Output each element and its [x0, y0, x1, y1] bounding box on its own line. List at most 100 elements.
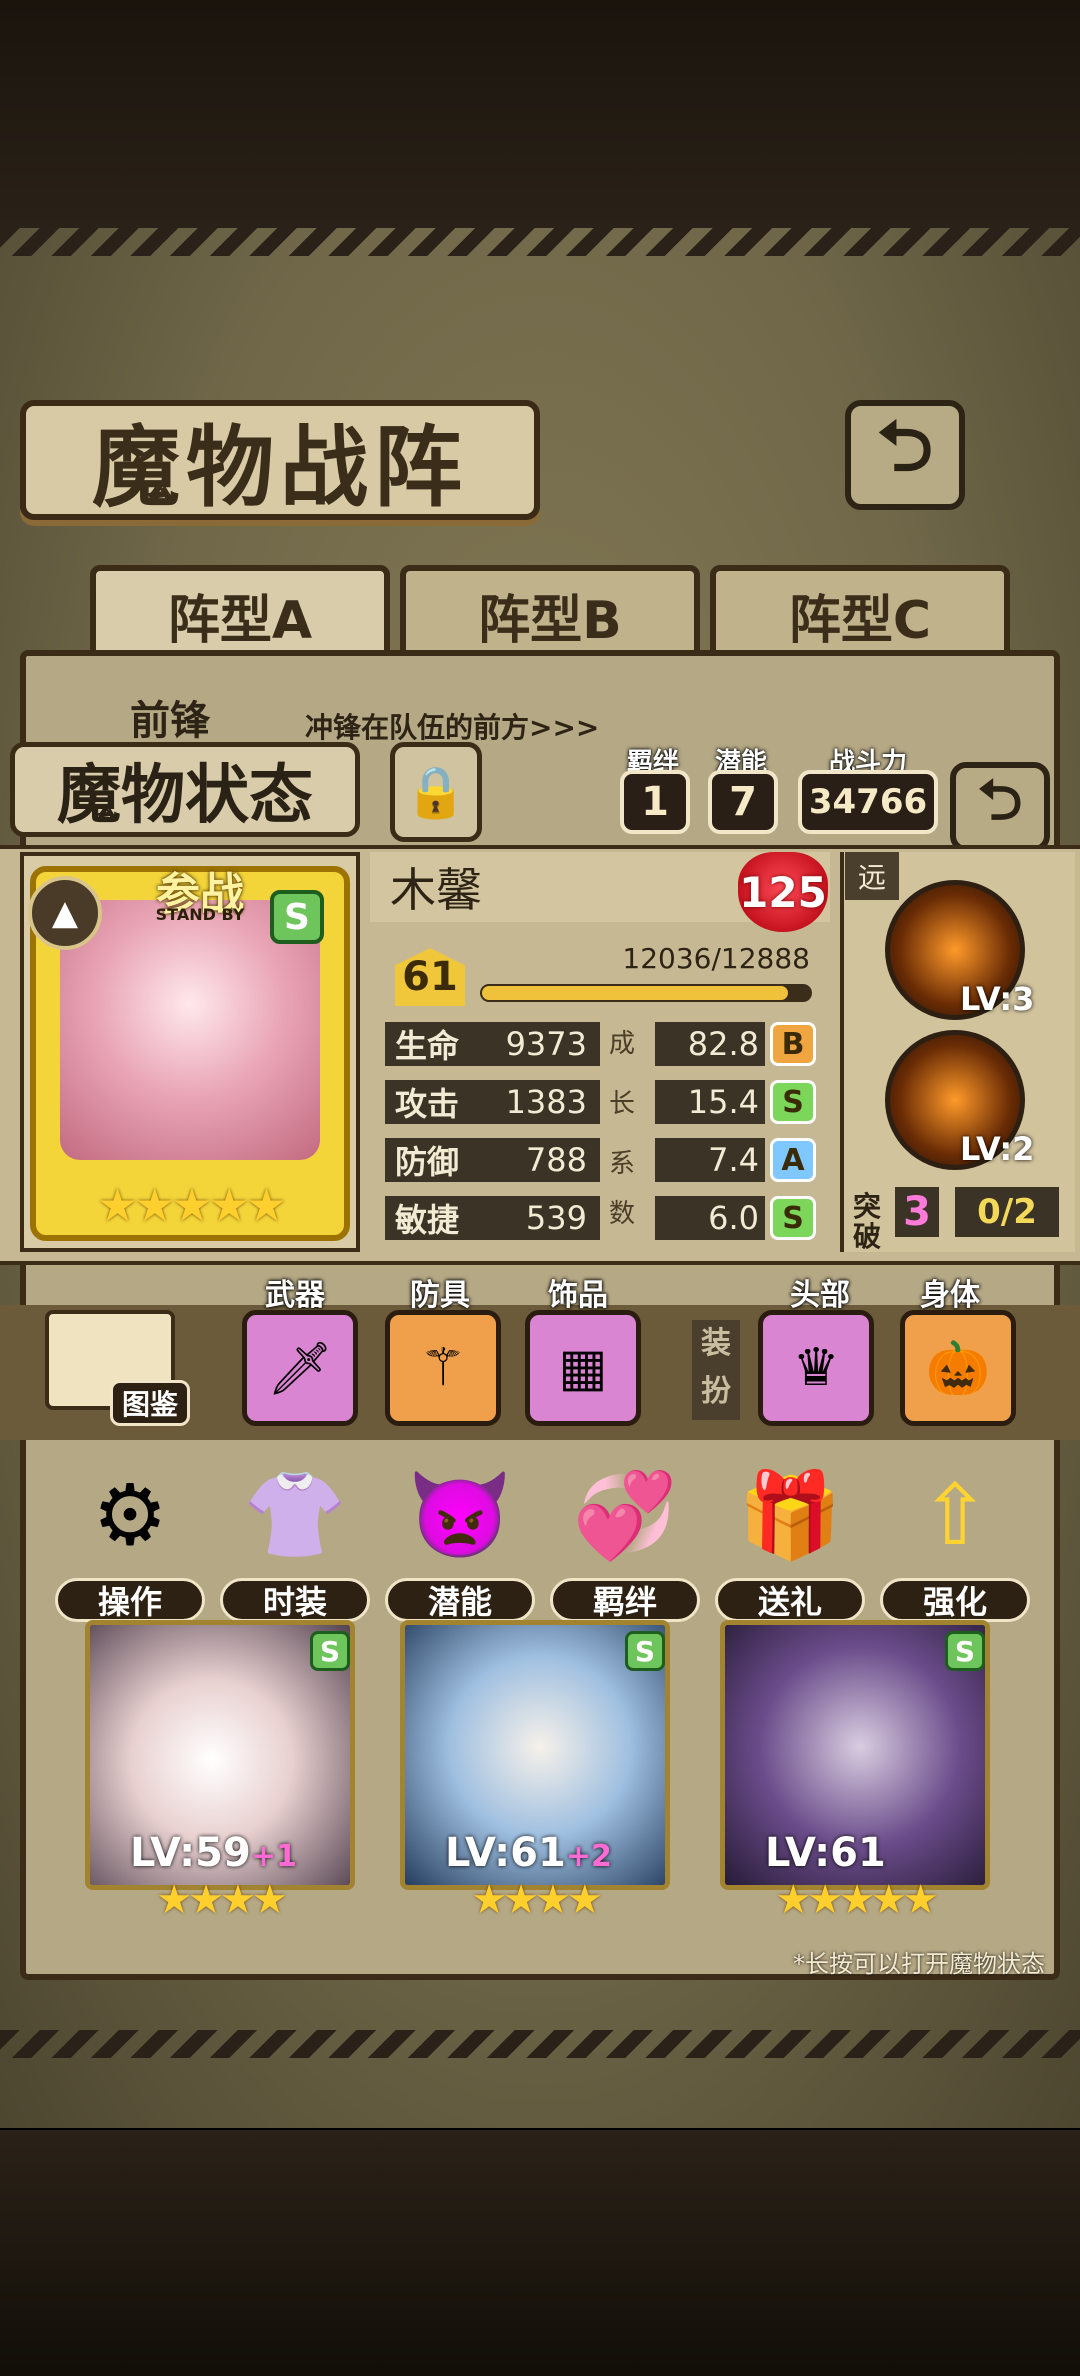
standby-sub-label: STAND BY: [155, 905, 245, 924]
skill-icon-1[interactable]: LV:3: [885, 880, 1034, 1020]
growth-char: 数: [608, 1199, 635, 1229]
slot-rarity: S: [625, 1631, 665, 1671]
weapon-slot[interactable]: 🗡: [242, 1310, 358, 1426]
accessory-slot[interactable]: ▦: [525, 1310, 641, 1426]
growth-char: 长: [608, 1089, 635, 1119]
armor-label: 防具: [410, 1278, 470, 1313]
slot-level: LV:61+2: [445, 1830, 612, 1876]
enhance-label: 强化: [880, 1578, 1030, 1622]
operate-label: 操作: [55, 1578, 205, 1622]
paper-edge-bottom: [0, 2030, 1080, 2058]
long-press-hint: *长按可以打开魔物状态: [793, 1950, 1045, 1978]
skill-level: LV:2: [960, 1130, 1035, 1168]
grade-badge: S: [770, 1080, 816, 1124]
breakthrough-row: 突 破 3 0/2: [845, 1185, 1070, 1253]
element-mountain-icon: ▲: [28, 876, 102, 950]
exp-text: 12036/12888: [622, 942, 810, 975]
outfit-label-2: 扮: [701, 1374, 731, 1409]
return-arrow-icon: ⮌: [977, 767, 1023, 833]
stat-value: 1383: [505, 1083, 587, 1121]
lock-icon: 🔒: [404, 762, 468, 821]
break-value: 3: [895, 1187, 939, 1237]
slot-stars: ★★★★: [156, 1877, 287, 1923]
fashion-button[interactable]: 👚 时装: [220, 1460, 370, 1630]
potential-value: 7: [708, 770, 778, 834]
demon-icon: 👿: [407, 1465, 513, 1564]
gift-label: 送礼: [715, 1578, 865, 1622]
star-rating: ★★★★★: [96, 1178, 287, 1232]
front-label: 前锋: [130, 698, 210, 744]
hearts-icon: 💞: [572, 1465, 678, 1564]
gift-button[interactable]: 🎁 送礼: [715, 1460, 865, 1630]
slot-stars: ★★★★: [471, 1877, 602, 1923]
slot-level: LV:61: [765, 1830, 886, 1876]
bottom-dark-band: [0, 2130, 1080, 2376]
bond-button[interactable]: 💞 羁绊: [550, 1460, 700, 1630]
potential-button[interactable]: 👿 潜能: [385, 1460, 535, 1630]
head-slot[interactable]: ♛: [758, 1310, 874, 1426]
stat-value: 539: [525, 1199, 587, 1237]
codex-label: 图鉴: [110, 1380, 190, 1426]
bond-label-btn: 羁绊: [550, 1578, 700, 1622]
break-progress: 0/2: [955, 1187, 1059, 1237]
top-dark-band: [0, 0, 1080, 230]
growth-value: 82.8: [655, 1022, 765, 1066]
lock-button[interactable]: 🔒: [390, 742, 482, 842]
body-slot[interactable]: 🎃: [900, 1310, 1016, 1426]
gift-icon: 🎁: [737, 1465, 843, 1564]
armor-slot[interactable]: ⚚: [385, 1310, 501, 1426]
outfit-icon: 👚: [242, 1465, 348, 1564]
weapon-icon: 🗡: [266, 1338, 333, 1399]
monster-status-title: 魔物状态: [10, 742, 360, 837]
rarity-badge: S: [270, 890, 324, 944]
growth-char: 成: [608, 1029, 635, 1059]
pumpkin-icon: 🎃: [925, 1338, 991, 1399]
back-button[interactable]: ⮌: [845, 400, 965, 510]
gear-icon: ⚙: [92, 1466, 168, 1564]
slot-rarity: S: [945, 1631, 985, 1671]
range-tag: 远: [845, 852, 899, 900]
grade-badge: S: [770, 1196, 816, 1240]
affection-heart: 125: [738, 852, 828, 932]
page-title: 魔物战阵: [20, 400, 540, 520]
stat-value: 788: [525, 1141, 587, 1179]
growth-char: 系: [608, 1149, 635, 1179]
paper-edge-top: [0, 228, 1080, 256]
exp-bar-fill: [482, 986, 788, 1000]
head-label: 头部: [790, 1278, 850, 1313]
power-value: 34766: [798, 770, 938, 834]
growth-value: 6.0: [655, 1196, 765, 1240]
growth-value: 15.4: [655, 1080, 765, 1124]
outfit-tag: 装 扮: [692, 1320, 740, 1420]
back-arrow-icon: ⮌: [876, 404, 934, 487]
body-label: 身体: [920, 1278, 980, 1313]
enhance-button[interactable]: ⇧ 强化: [880, 1460, 1030, 1630]
team-slot-3[interactable]: S LV:61: [720, 1620, 990, 1890]
fashion-label: 时装: [220, 1578, 370, 1622]
skill-level: LV:3: [960, 980, 1035, 1018]
team-slot-1[interactable]: S LV:59+1: [85, 1620, 355, 1890]
grade-badge: B: [770, 1022, 816, 1066]
stat-value: 9373: [505, 1025, 587, 1063]
operate-button[interactable]: ⚙ 操作: [55, 1460, 205, 1630]
up-arrow-icon: ⇧: [919, 1466, 991, 1564]
outfit-label-1: 装: [701, 1326, 731, 1361]
bond-value: 1: [620, 770, 690, 834]
slot-stars: ★★★★★: [775, 1877, 938, 1923]
accessory-label: 饰品: [548, 1278, 608, 1313]
weapon-label: 武器: [265, 1278, 325, 1313]
slot-level: LV:59+1: [130, 1830, 297, 1876]
team-slot-2[interactable]: S LV:61+2: [400, 1620, 670, 1890]
slot-rarity: S: [310, 1631, 350, 1671]
potential-label-btn: 潜能: [385, 1578, 535, 1622]
front-description: 冲锋在队伍的前方>>>: [305, 711, 600, 744]
status-back-button[interactable]: ⮌: [950, 762, 1050, 852]
growth-value: 7.4: [655, 1138, 765, 1182]
tablet-icon: ▦: [558, 1338, 608, 1398]
codex-button[interactable]: 图鉴: [40, 1300, 190, 1430]
break-label-2: 破: [853, 1220, 882, 1253]
staff-icon: ⚚: [419, 1338, 467, 1398]
skill-icon-2[interactable]: LV:2: [885, 1030, 1034, 1170]
crown-icon: ♛: [792, 1338, 840, 1398]
grade-badge: A: [770, 1138, 816, 1182]
